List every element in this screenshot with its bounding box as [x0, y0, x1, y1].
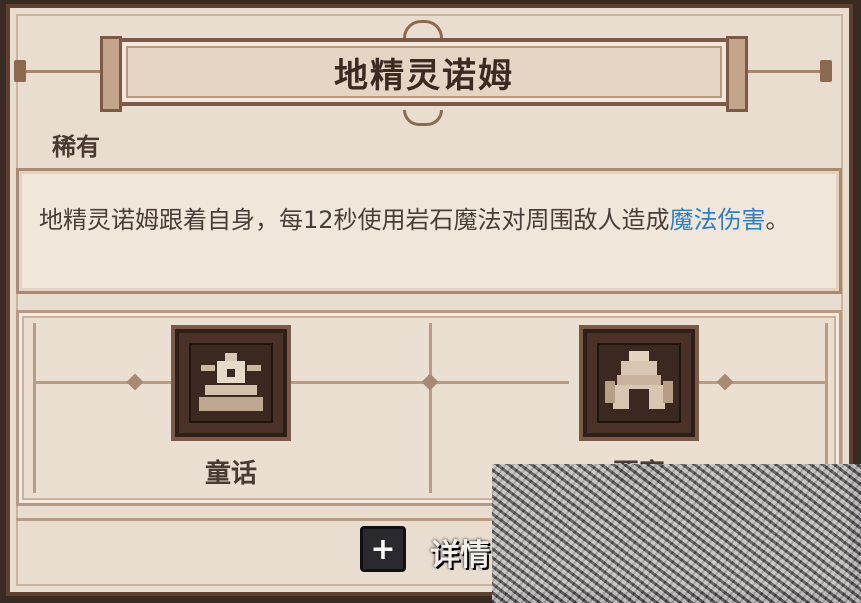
- fairytale-tag-icon[interactable]: [171, 325, 291, 441]
- divider-ornament: [716, 373, 734, 391]
- tag-divider: [33, 323, 36, 493]
- details-plus-button[interactable]: +: [360, 526, 406, 572]
- details-button-label[interactable]: 详情: [430, 530, 490, 574]
- description-end: 。: [765, 206, 790, 234]
- title-plate: 地精灵诺姆: [100, 36, 748, 112]
- crowned-beetle-icon: [189, 343, 273, 423]
- banner-end-right: [820, 60, 832, 82]
- noise-overlay: [492, 464, 861, 603]
- tag-divider: [429, 323, 432, 493]
- tag-connector: [33, 381, 183, 384]
- scroll-roll-right: [726, 36, 748, 112]
- banner-end-left: [14, 60, 26, 82]
- fortress-helmet-icon: [597, 343, 681, 423]
- plus-icon: +: [370, 531, 396, 567]
- banner-crest-top: [403, 20, 443, 38]
- description-text: 地精灵诺姆跟着自身，每12秒使用岩石魔法对周围敌人造成: [39, 206, 670, 234]
- banner-crest-bottom: [403, 110, 443, 126]
- divider-ornament: [126, 373, 144, 391]
- description-panel: 地精灵诺姆跟着自身，每12秒使用岩石魔法对周围敌人造成魔法伤害。: [16, 168, 842, 294]
- tag-connector: [695, 381, 825, 384]
- fortress-tag-icon[interactable]: [579, 325, 699, 441]
- title-banner: 地精灵诺姆: [8, 20, 838, 130]
- card-title: 地精灵诺姆: [334, 55, 514, 96]
- divider-ornament: [421, 373, 439, 391]
- rarity-label: 稀有: [52, 133, 100, 161]
- damage-type-highlight[interactable]: 魔法伤害: [670, 206, 766, 234]
- tag-label-fairytale: 童话: [204, 459, 257, 489]
- scroll-roll-left: [100, 36, 122, 112]
